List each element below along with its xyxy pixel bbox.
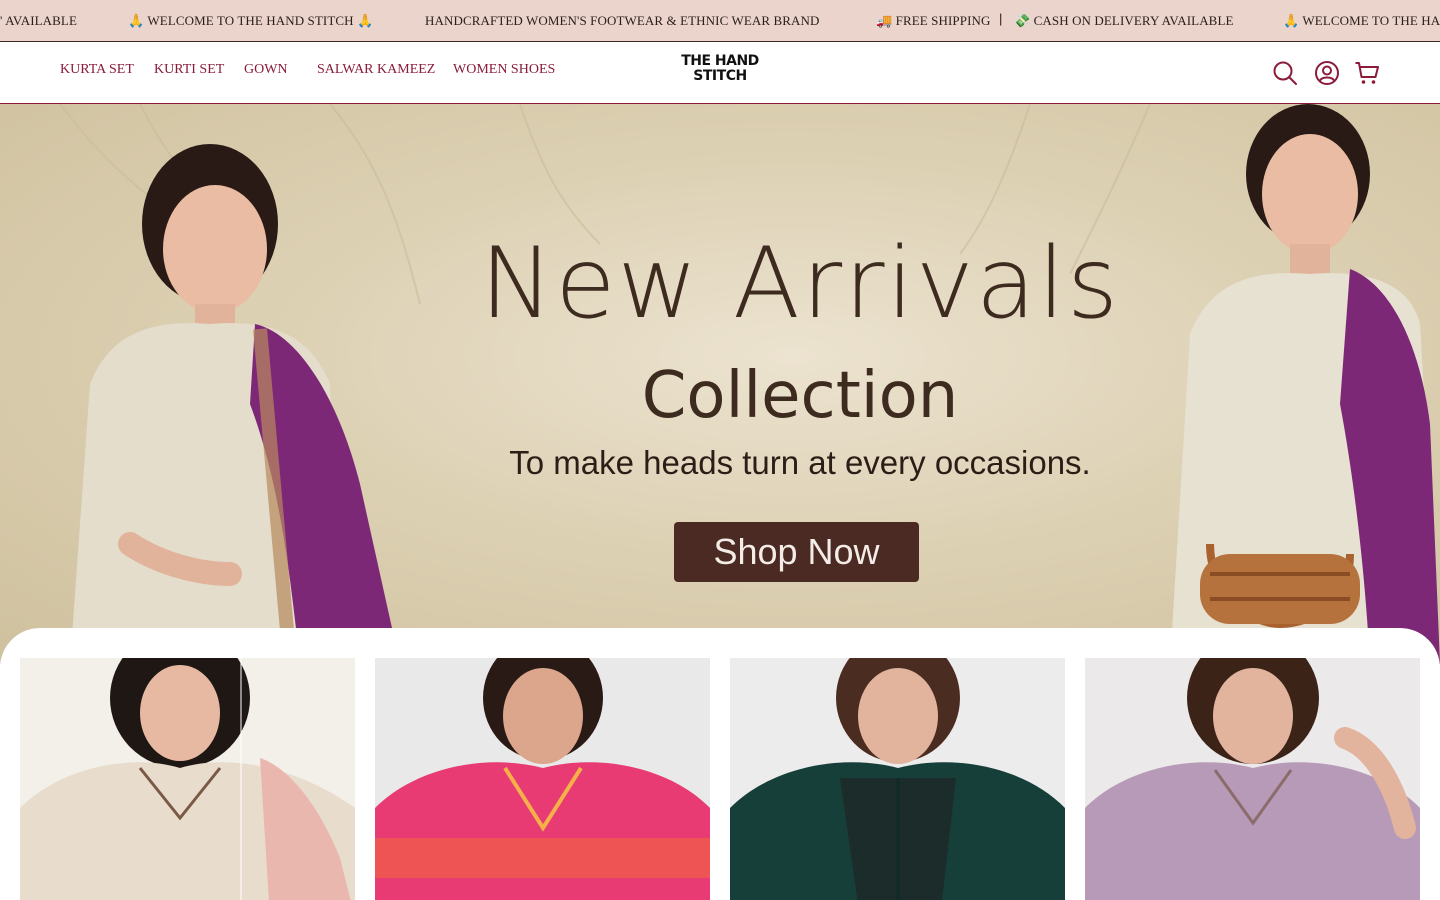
announcement-text: 💸 CASH ON DELIVERY AVAILABLE: [1014, 13, 1234, 28]
announcement-text: HANDCRAFTED WOMEN'S FOOTWEAR & ETHNIC WE…: [425, 13, 820, 28]
nav-link-women-shoes[interactable]: WOMEN SHOES: [453, 62, 555, 78]
hero-banner[interactable]: New Arrivals Collection To make heads tu…: [0, 104, 1440, 664]
search-icon[interactable]: [1272, 60, 1298, 86]
hero-subtitle: Collection: [641, 359, 959, 433]
product-image: [730, 658, 1065, 900]
announcement-text: ' AVAILABLE: [0, 13, 77, 28]
product-card[interactable]: [730, 658, 1065, 900]
product-card[interactable]: [20, 658, 355, 900]
product-card[interactable]: [375, 658, 710, 900]
announcement-text: 🙏 WELCOME TO THE HA: [1283, 13, 1440, 28]
hero-tagline: To make heads turn at every occasions.: [509, 444, 1091, 481]
logo-line: STITCH: [693, 68, 747, 84]
nav-link-kurti-set[interactable]: KURTI SET: [154, 62, 224, 78]
brand-logo[interactable]: THE HAND STITCH: [670, 54, 770, 92]
product-image: [375, 658, 710, 900]
hero-title: New Arrivals: [479, 227, 1121, 341]
shop-now-button[interactable]: Shop Now: [674, 522, 919, 582]
cart-icon[interactable]: [1354, 60, 1380, 86]
announcement-separator: |: [999, 11, 1003, 26]
model-photo-left: [70, 144, 400, 664]
logo-line: THE HAND: [681, 53, 759, 69]
product-grid: [0, 628, 1440, 900]
nav-link-salwar-kameez[interactable]: SALWAR KAMEEZ: [317, 62, 435, 78]
account-icon[interactable]: [1314, 60, 1340, 86]
model-photo-right: [1170, 104, 1440, 664]
announcement-bar: ' AVAILABLE 🙏 WELCOME TO THE HAND STITCH…: [0, 0, 1440, 42]
announcement-text: 🚚 FREE SHIPPING: [876, 13, 991, 28]
product-image: [1085, 658, 1420, 900]
product-image: [20, 658, 355, 900]
nav-link-kurta-set[interactable]: KURTA SET: [60, 62, 134, 78]
nav-link-gown[interactable]: GOWN: [244, 62, 288, 78]
announcement-text: 🙏 WELCOME TO THE HAND STITCH 🙏: [128, 13, 374, 28]
site-header: KURTA SET KURTI SET GOWN SALWAR KAMEEZ W…: [0, 42, 1440, 104]
product-card[interactable]: [1085, 658, 1420, 900]
